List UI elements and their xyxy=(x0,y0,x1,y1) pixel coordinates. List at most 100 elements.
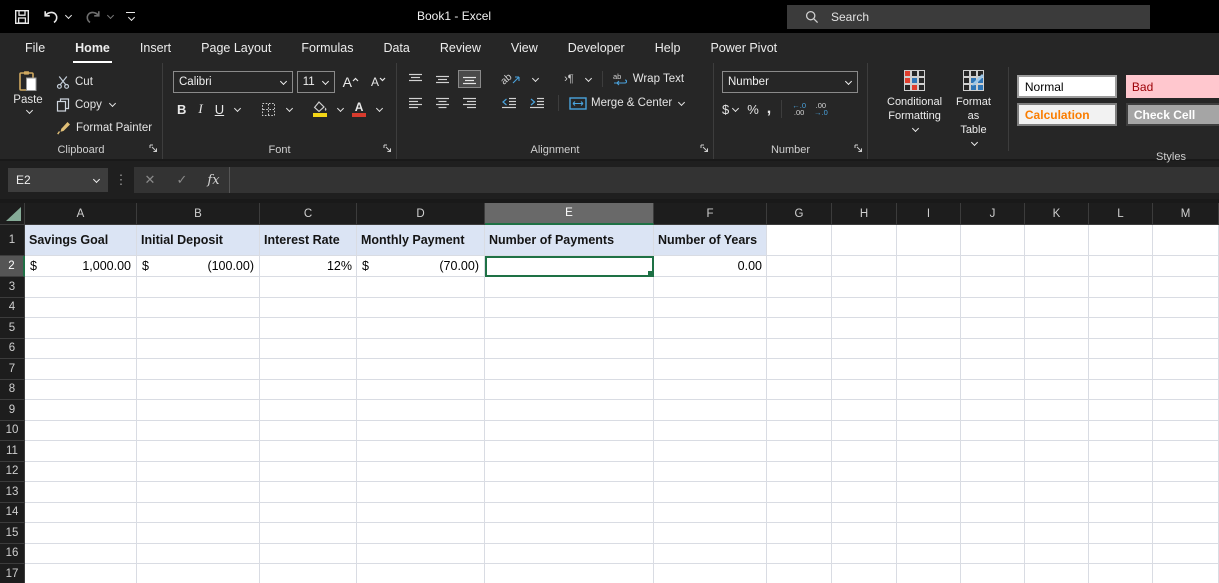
cell-I9[interactable] xyxy=(897,400,961,421)
cell-E4[interactable] xyxy=(485,297,654,318)
cell-K8[interactable] xyxy=(1025,379,1089,400)
cell-E1[interactable]: Number of Payments xyxy=(485,225,654,256)
cell-M3[interactable] xyxy=(1153,277,1219,298)
cell-E2[interactable] xyxy=(485,256,654,277)
row-header-8[interactable]: 8 xyxy=(0,379,25,400)
cell-G17[interactable] xyxy=(767,564,832,583)
conditional-formatting-button[interactable]: Conditional Formatting xyxy=(880,67,949,151)
cell-H3[interactable] xyxy=(832,277,897,298)
cell-A6[interactable] xyxy=(25,338,137,359)
cell-C12[interactable] xyxy=(260,461,357,482)
cell-H1[interactable] xyxy=(832,225,897,256)
cell-F4[interactable] xyxy=(654,297,767,318)
cell-H15[interactable] xyxy=(832,523,897,544)
search-input[interactable]: Search xyxy=(787,5,1150,29)
cell-I17[interactable] xyxy=(897,564,961,583)
cell-L12[interactable] xyxy=(1089,461,1153,482)
tab-view[interactable]: View xyxy=(496,33,553,63)
cell-H9[interactable] xyxy=(832,400,897,421)
cell-B11[interactable] xyxy=(137,441,260,462)
column-header-J[interactable]: J xyxy=(961,203,1025,225)
cell-C7[interactable] xyxy=(260,359,357,380)
column-header-D[interactable]: D xyxy=(357,203,485,225)
cell-G10[interactable] xyxy=(767,420,832,441)
cell-K5[interactable] xyxy=(1025,318,1089,339)
customize-quick-access-toolbar-button[interactable] xyxy=(126,11,136,22)
cell-L6[interactable] xyxy=(1089,338,1153,359)
cell-M2[interactable] xyxy=(1153,256,1219,277)
cell-E14[interactable] xyxy=(485,502,654,523)
cell-M4[interactable] xyxy=(1153,297,1219,318)
save-button[interactable] xyxy=(14,9,30,25)
cell-M10[interactable] xyxy=(1153,420,1219,441)
merge-center-dropdown-icon[interactable] xyxy=(678,98,686,106)
cell-A12[interactable] xyxy=(25,461,137,482)
style-chip-calculation[interactable]: Calculation xyxy=(1016,103,1117,126)
cell-F12[interactable] xyxy=(654,461,767,482)
cell-J15[interactable] xyxy=(961,523,1025,544)
cell-M1[interactable] xyxy=(1153,225,1219,256)
cell-M16[interactable] xyxy=(1153,543,1219,564)
cell-F11[interactable] xyxy=(654,441,767,462)
cell-G7[interactable] xyxy=(767,359,832,380)
cell-C5[interactable] xyxy=(260,318,357,339)
cell-L5[interactable] xyxy=(1089,318,1153,339)
cell-C3[interactable] xyxy=(260,277,357,298)
cell-E15[interactable] xyxy=(485,523,654,544)
cell-H2[interactable] xyxy=(832,256,897,277)
cell-K7[interactable] xyxy=(1025,359,1089,380)
cell-K10[interactable] xyxy=(1025,420,1089,441)
cell-F3[interactable] xyxy=(654,277,767,298)
cell-H10[interactable] xyxy=(832,420,897,441)
cell-K15[interactable] xyxy=(1025,523,1089,544)
cell-A9[interactable] xyxy=(25,400,137,421)
cell-K6[interactable] xyxy=(1025,338,1089,359)
row-header-7[interactable]: 7 xyxy=(0,359,25,380)
format-painter-button[interactable]: Format Painter xyxy=(56,116,152,139)
italic-button[interactable]: I xyxy=(194,100,206,118)
row-header-6[interactable]: 6 xyxy=(0,338,25,359)
cell-H16[interactable] xyxy=(832,543,897,564)
row-header-14[interactable]: 14 xyxy=(0,502,25,523)
redo-dropdown-icon[interactable] xyxy=(106,11,115,20)
cell-K14[interactable] xyxy=(1025,502,1089,523)
cell-A2[interactable]: $1,000.00 xyxy=(25,256,137,277)
cell-J17[interactable] xyxy=(961,564,1025,583)
cell-M6[interactable] xyxy=(1153,338,1219,359)
cell-F13[interactable] xyxy=(654,482,767,503)
cell-A14[interactable] xyxy=(25,502,137,523)
cell-C4[interactable] xyxy=(260,297,357,318)
fill-color-dropdown-icon[interactable] xyxy=(337,104,345,112)
cell-J5[interactable] xyxy=(961,318,1025,339)
cell-K2[interactable] xyxy=(1025,256,1089,277)
cell-B5[interactable] xyxy=(137,318,260,339)
cell-L9[interactable] xyxy=(1089,400,1153,421)
cell-B9[interactable] xyxy=(137,400,260,421)
tab-review[interactable]: Review xyxy=(425,33,496,63)
cell-L13[interactable] xyxy=(1089,482,1153,503)
tab-data[interactable]: Data xyxy=(368,33,424,63)
cell-K9[interactable] xyxy=(1025,400,1089,421)
orientation-dropdown-icon[interactable] xyxy=(532,74,540,82)
font-dialog-launcher[interactable] xyxy=(383,144,392,156)
tab-file[interactable]: File xyxy=(10,33,60,63)
cell-C2[interactable]: 12% xyxy=(260,256,357,277)
cell-E8[interactable] xyxy=(485,379,654,400)
cell-M17[interactable] xyxy=(1153,564,1219,583)
text-direction-dropdown-icon[interactable] xyxy=(584,74,592,82)
cell-K13[interactable] xyxy=(1025,482,1089,503)
cell-I16[interactable] xyxy=(897,543,961,564)
cell-H6[interactable] xyxy=(832,338,897,359)
row-header-9[interactable]: 9 xyxy=(0,400,25,421)
increase-font-size-button[interactable]: A xyxy=(339,73,363,91)
underline-dropdown-icon[interactable] xyxy=(234,104,242,112)
cell-J11[interactable] xyxy=(961,441,1025,462)
increase-indent-button[interactable] xyxy=(526,95,548,111)
cell-D9[interactable] xyxy=(357,400,485,421)
cell-I1[interactable] xyxy=(897,225,961,256)
cell-H11[interactable] xyxy=(832,441,897,462)
column-header-G[interactable]: G xyxy=(767,203,832,225)
enter-button[interactable]: ✓ xyxy=(166,172,198,188)
paste-dropdown-icon[interactable] xyxy=(25,106,33,115)
cell-B2[interactable]: $ (100.00) xyxy=(137,256,260,277)
